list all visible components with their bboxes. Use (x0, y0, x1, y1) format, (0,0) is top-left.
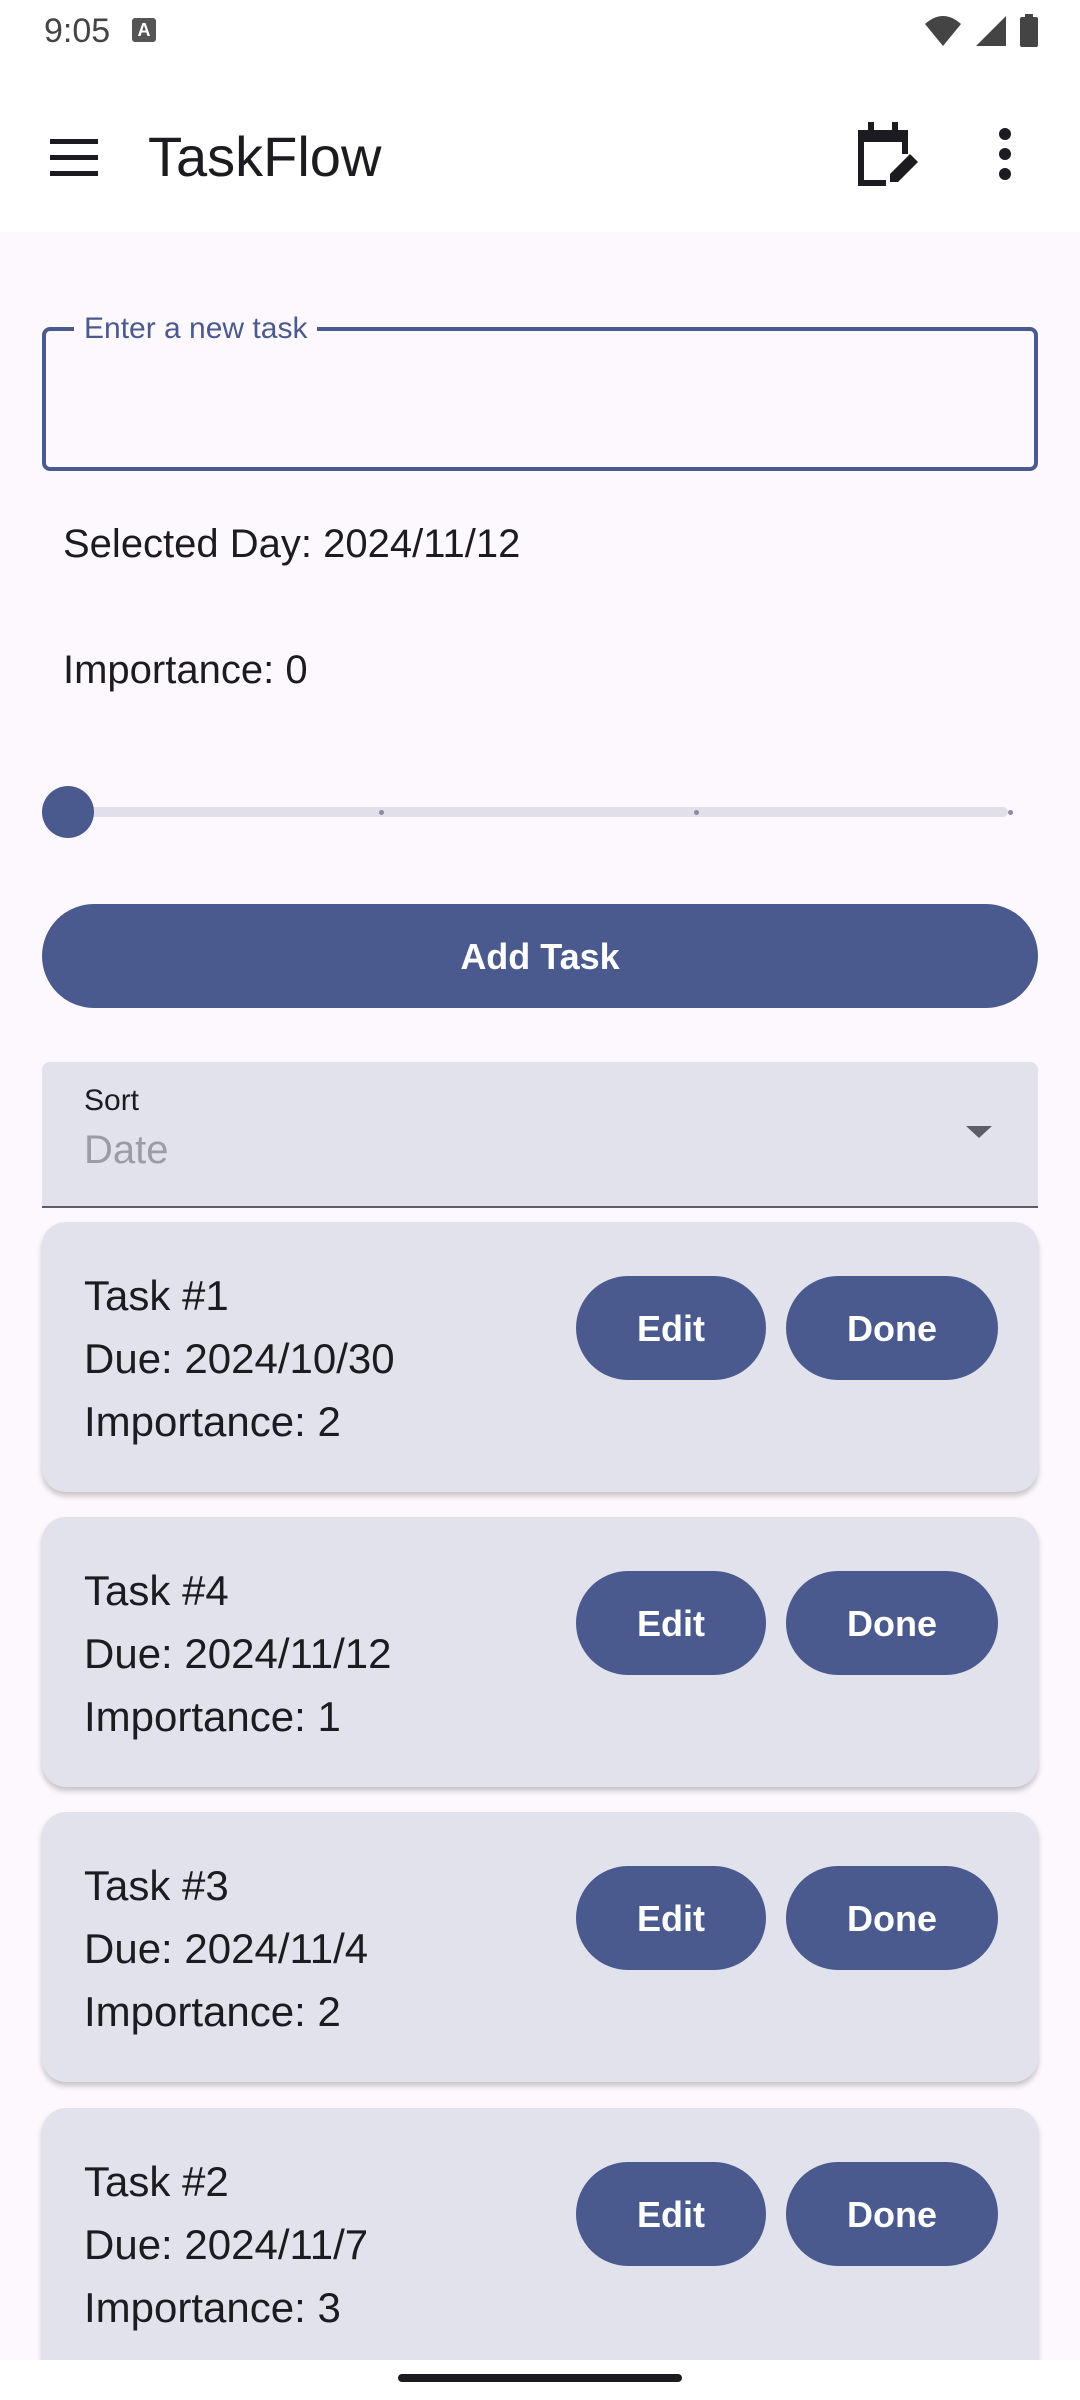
task-due: Due: 2024/11/12 (84, 1630, 392, 1677)
cellular-signal-icon (975, 16, 1006, 46)
task-card: Task #2 Due: 2024/11/7 Importance: 3 Edi… (42, 2108, 1038, 2360)
sort-dropdown[interactable]: Sort Date (42, 1062, 1038, 1208)
importance-label: Importance: 0 (63, 648, 308, 692)
more-vert-icon[interactable] (975, 118, 1035, 190)
task-details: Task #2 Due: 2024/11/7 Importance: 3 (84, 2150, 368, 2339)
done-button[interactable]: Done (786, 1866, 998, 1970)
task-details: Task #4 Due: 2024/11/12 Importance: 1 (84, 1559, 391, 1748)
done-button[interactable]: Done (786, 2162, 998, 2266)
task-input-field[interactable]: Enter a new task (42, 309, 1038, 471)
task-card: Task #3 Due: 2024/11/4 Importance: 2 Edi… (42, 1812, 1038, 2082)
selected-day-text: Selected Day: 2024/11/12 (63, 522, 521, 566)
task-input-label: Enter a new task (74, 309, 318, 349)
dropdown-arrow-icon[interactable] (964, 1122, 994, 1142)
task-importance: Importance: 1 (84, 1693, 341, 1740)
status-icons (917, 14, 1040, 48)
task-due: Due: 2024/10/30 (84, 1335, 395, 1382)
done-button[interactable]: Done (786, 1276, 998, 1380)
edit-button[interactable]: Edit (576, 1571, 766, 1675)
task-due: Due: 2024/11/4 (84, 1925, 369, 1972)
task-name: Task #2 (84, 2158, 229, 2205)
status-time: 9:05 (44, 12, 111, 50)
task-details: Task #3 Due: 2024/11/4 Importance: 2 (84, 1854, 368, 2043)
slider-tick (694, 810, 699, 815)
edit-button[interactable]: Edit (576, 2162, 766, 2266)
wifi-icon (925, 16, 962, 46)
importance-slider[interactable] (42, 782, 1020, 842)
slider-thumb[interactable] (42, 786, 94, 838)
battery-icon (1020, 14, 1038, 47)
notification-a-icon: A (132, 18, 156, 42)
sort-value: Date (84, 1128, 169, 1172)
hamburger-menu-icon[interactable] (40, 122, 110, 192)
task-name: Task #1 (84, 1272, 229, 1319)
system-nav-bar (0, 2360, 1080, 2400)
main-content: Enter a new task Selected Day: 2024/11/1… (0, 232, 1080, 2360)
task-name: Task #3 (84, 1862, 229, 1909)
slider-tick (1008, 810, 1013, 815)
task-name: Task #4 (84, 1567, 229, 1614)
top-app-bar: TaskFlow (0, 60, 1080, 232)
slider-track[interactable] (68, 807, 1008, 817)
task-importance: Importance: 2 (84, 1988, 341, 2035)
home-gesture-handle[interactable] (398, 2374, 682, 2382)
task-input[interactable] (70, 361, 1014, 443)
task-details: Task #1 Due: 2024/10/30 Importance: 2 (84, 1264, 395, 1453)
status-bar: 9:05 A (0, 0, 1080, 60)
edit-button[interactable]: Edit (576, 1866, 766, 1970)
edit-button[interactable]: Edit (576, 1276, 766, 1380)
app-title: TaskFlow (148, 125, 382, 188)
done-button[interactable]: Done (786, 1571, 998, 1675)
task-card: Task #1 Due: 2024/10/30 Importance: 2 Ed… (42, 1222, 1038, 1492)
sort-label: Sort (84, 1084, 140, 1117)
task-importance: Importance: 3 (84, 2284, 341, 2331)
task-due: Due: 2024/11/7 (84, 2221, 369, 2268)
add-task-button[interactable]: Add Task (42, 904, 1038, 1008)
slider-tick (379, 810, 384, 815)
edit-calendar-icon[interactable] (848, 114, 918, 190)
task-card: Task #4 Due: 2024/11/12 Importance: 1 Ed… (42, 1517, 1038, 1787)
task-importance: Importance: 2 (84, 1398, 341, 1445)
